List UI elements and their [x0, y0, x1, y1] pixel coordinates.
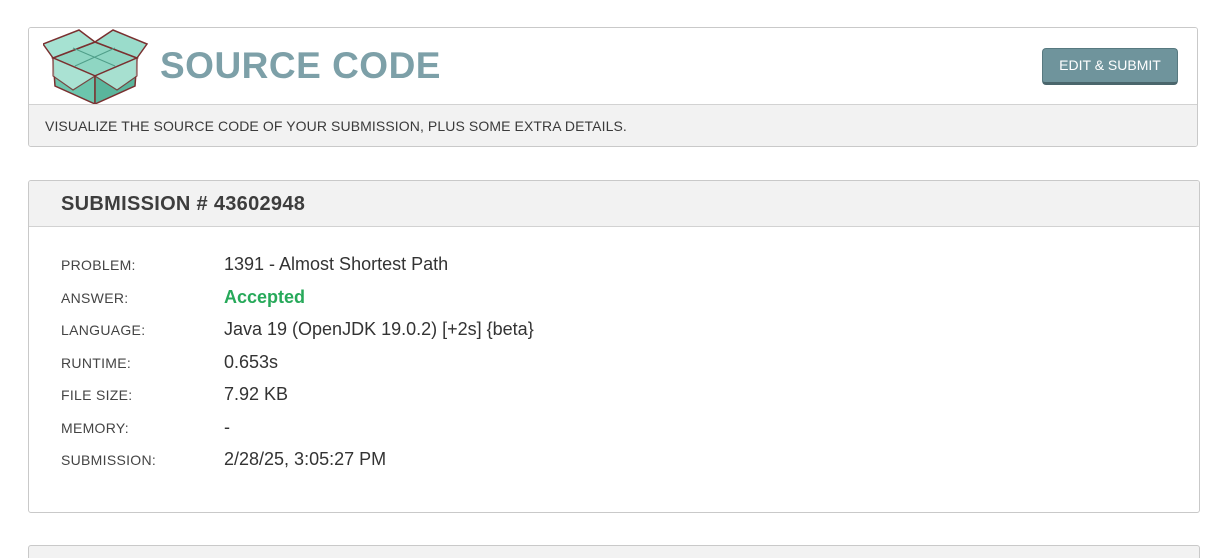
edit-submit-button[interactable]: EDIT & SUBMIT — [1042, 48, 1178, 85]
detail-row-runtime: RUNTIME: 0.653s — [61, 352, 961, 376]
next-panel-edge — [28, 545, 1200, 558]
problem-link[interactable]: 1391 - Almost Shortest Path — [224, 254, 448, 275]
detail-row-file-size: FILE SIZE: 7.92 KB — [61, 384, 961, 408]
detail-label: LANGUAGE: — [61, 322, 146, 338]
detail-label: RUNTIME: — [61, 355, 132, 371]
language-value: Java 19 (OpenJDK 19.0.2) [+2s] {beta} — [224, 319, 534, 339]
answer-status: Accepted — [224, 287, 306, 307]
source-code-header: SOURCE CODE EDIT & SUBMIT VISUALIZE THE … — [28, 27, 1198, 147]
runtime-value: 0.653s — [224, 352, 279, 372]
detail-row-memory: MEMORY: - — [61, 417, 961, 441]
submission-date-value: 2/28/25, 3:05:27 PM — [224, 449, 387, 469]
page-description: VISUALIZE THE SOURCE CODE OF YOUR SUBMIS… — [29, 104, 1197, 146]
detail-row-submission: SUBMISSION: 2/28/25, 3:05:27 PM — [61, 449, 961, 473]
detail-row-language: LANGUAGE: Java 19 (OpenJDK 19.0.2) [+2s]… — [61, 319, 961, 343]
submission-panel-header: SUBMISSION # 43602948 — [29, 181, 1199, 227]
detail-label: ANSWER: — [61, 290, 129, 306]
submission-panel: SUBMISSION # 43602948 PROBLEM: 1391 - Al… — [28, 180, 1200, 513]
header-top-bar: SOURCE CODE EDIT & SUBMIT — [29, 28, 1197, 104]
detail-row-answer: ANSWER: Accepted — [61, 287, 961, 311]
open-box-icon — [43, 29, 149, 104]
detail-row-problem: PROBLEM: 1391 - Almost Shortest Path — [61, 254, 961, 278]
submission-title: SUBMISSION # 43602948 — [61, 193, 306, 215]
file-size-value: 7.92 KB — [224, 384, 289, 404]
detail-label: PROBLEM: — [61, 257, 136, 273]
detail-label: FILE SIZE: — [61, 387, 133, 403]
memory-value: - — [224, 417, 230, 437]
detail-label: SUBMISSION: — [61, 452, 157, 468]
page-title: SOURCE CODE — [160, 45, 441, 86]
detail-label: MEMORY: — [61, 420, 129, 436]
